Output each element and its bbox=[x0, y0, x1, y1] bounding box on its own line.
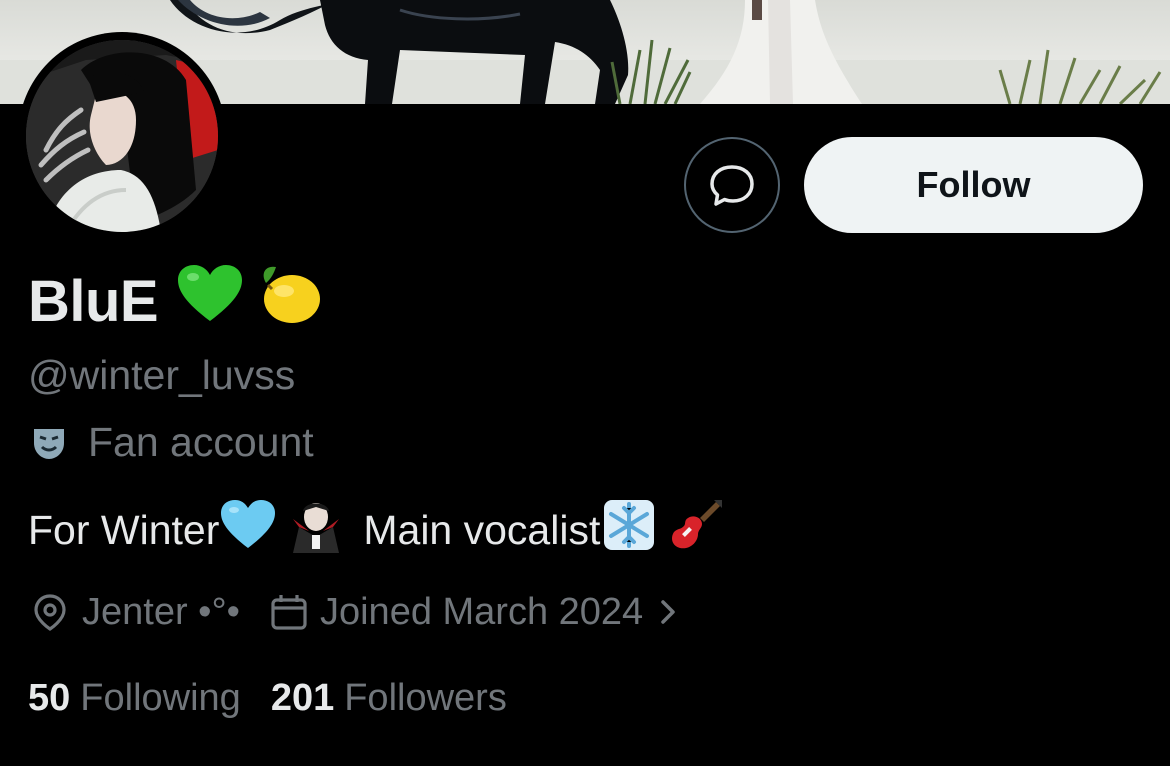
location-text: Jenter •°• bbox=[82, 590, 240, 633]
location-pin-icon bbox=[34, 594, 66, 631]
following-stat[interactable]: 50 Following bbox=[28, 677, 241, 720]
snowflake-emoji bbox=[600, 496, 658, 564]
avatar-photo bbox=[26, 40, 218, 232]
follow-button[interactable]: Follow bbox=[804, 137, 1143, 233]
theater-mask-icon bbox=[34, 429, 64, 459]
guitar-emoji bbox=[666, 496, 724, 564]
handle: @winter_luvss bbox=[28, 352, 296, 398]
calendar-icon bbox=[271, 595, 307, 630]
chevron-right-icon bbox=[661, 600, 675, 624]
vampire-emoji bbox=[291, 497, 341, 563]
display-name-text: BluE bbox=[28, 268, 159, 334]
following-label: Following bbox=[80, 676, 241, 719]
joined-text: Joined March 2024 bbox=[319, 590, 644, 633]
message-bubble-icon bbox=[710, 165, 754, 206]
followers-count: 201 bbox=[270, 676, 335, 719]
followers-stat[interactable]: 201 Followers bbox=[271, 677, 507, 720]
light-blue-heart-emoji bbox=[219, 498, 277, 562]
bio-text-1: For Winter bbox=[28, 506, 220, 553]
followers-label: Followers bbox=[344, 676, 507, 719]
bio-text-2: Main vocalist bbox=[363, 506, 601, 553]
account-label-text: Fan account bbox=[88, 418, 314, 465]
green-heart-emoji bbox=[176, 263, 244, 339]
message-button[interactable] bbox=[684, 137, 780, 233]
account-label: Fan account bbox=[30, 416, 314, 468]
follow-stats: 50 Following 201 Followers bbox=[28, 672, 537, 724]
avatar[interactable] bbox=[18, 32, 226, 240]
location: Jenter •°• bbox=[30, 591, 240, 634]
lemon-emoji bbox=[254, 261, 322, 341]
bio: For Winter Main vocalist bbox=[28, 500, 724, 560]
joined-date[interactable]: Joined March 2024 bbox=[270, 591, 683, 634]
profile-meta: Jenter •°• Joined March 2024 bbox=[30, 586, 683, 638]
following-count: 50 bbox=[28, 676, 71, 719]
display-name: BluE bbox=[28, 263, 322, 339]
